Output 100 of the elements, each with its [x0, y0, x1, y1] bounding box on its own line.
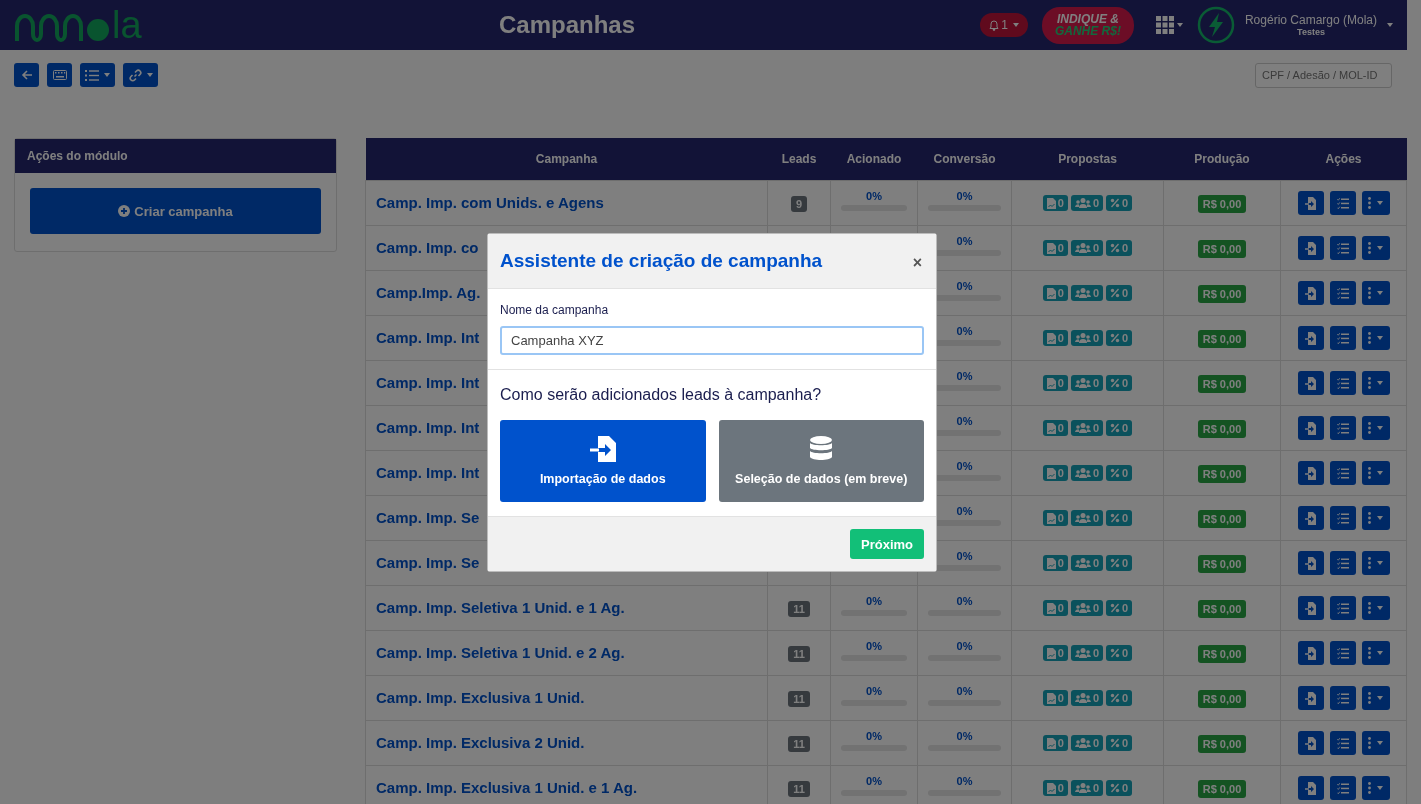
leads-count: 11: [788, 781, 810, 797]
checklist-button[interactable]: [1329, 371, 1356, 395]
chart-file-icon: [1046, 332, 1056, 344]
people-count-badge: 0: [1070, 555, 1104, 571]
chart-file-icon: [1046, 737, 1056, 749]
more-options-button[interactable]: [1361, 551, 1390, 575]
checklist-button[interactable]: [1329, 596, 1356, 620]
more-options-button[interactable]: [1361, 506, 1390, 530]
import-file-button[interactable]: [1297, 641, 1324, 665]
next-button[interactable]: Próximo: [850, 529, 924, 559]
campaign-link[interactable]: Camp. Imp. Se: [376, 554, 480, 571]
percent-value: 0%: [865, 729, 883, 742]
checklist-button[interactable]: [1329, 461, 1356, 485]
import-file-button[interactable]: [1297, 461, 1324, 485]
back-button[interactable]: [14, 63, 39, 87]
close-button[interactable]: ×: [910, 254, 924, 272]
campaign-link[interactable]: Camp. Imp. Se: [376, 509, 480, 526]
more-options-button[interactable]: [1361, 731, 1390, 755]
more-options-button[interactable]: [1361, 461, 1390, 485]
more-options-button[interactable]: [1361, 641, 1390, 665]
more-options-button[interactable]: [1361, 596, 1390, 620]
more-options-button[interactable]: [1361, 191, 1390, 215]
checklist-button[interactable]: [1329, 641, 1356, 665]
file-import-icon: [1305, 691, 1316, 705]
grid-icon: [1155, 16, 1174, 34]
file-import-icon: [1305, 376, 1316, 390]
column-header: Produção: [1163, 138, 1281, 181]
percent-icon: [1110, 423, 1121, 433]
notifications-button[interactable]: 1: [980, 13, 1028, 37]
import-file-button[interactable]: [1297, 776, 1324, 800]
people-count-badge: 0: [1070, 645, 1104, 661]
referral-button[interactable]: INDIQUE & GANHE R$!: [1041, 6, 1134, 44]
more-options-button[interactable]: [1361, 236, 1390, 260]
import-file-button[interactable]: [1297, 686, 1324, 710]
checklist-button[interactable]: [1329, 686, 1356, 710]
file-import-icon: [1305, 286, 1316, 300]
campaign-link[interactable]: Camp.Imp. Ag.: [376, 284, 481, 301]
more-options-button[interactable]: [1361, 686, 1390, 710]
caret-icon[interactable]: [1387, 23, 1393, 27]
people-count-badge: 0: [1070, 780, 1104, 796]
checklist-button[interactable]: [1329, 326, 1356, 350]
caret-icon: [1377, 291, 1383, 295]
logo-text: la: [112, 8, 142, 42]
percent-count-badge: 0: [1106, 375, 1133, 391]
campaign-link[interactable]: Camp. Imp. co: [376, 239, 479, 256]
people-count-badge: 0: [1070, 375, 1104, 391]
checklist-button[interactable]: [1329, 191, 1356, 215]
production-value: R$ 0,00: [1197, 195, 1247, 213]
checklist-button[interactable]: [1329, 416, 1356, 440]
checklist-icon: [1336, 287, 1349, 299]
documents-count-badge: 0: [1042, 375, 1068, 391]
people-icon: [1074, 648, 1091, 658]
plus-circle-icon: [118, 205, 131, 217]
import-file-button[interactable]: [1297, 551, 1324, 575]
percent-value: 0%: [955, 639, 974, 652]
import-file-button[interactable]: [1297, 596, 1324, 620]
import-file-button[interactable]: [1297, 416, 1324, 440]
campaign-link[interactable]: Camp. Imp. Int: [376, 419, 480, 436]
search-field[interactable]: CPF / Adesão / MOL-ID: [1255, 62, 1392, 88]
import-file-button[interactable]: [1297, 326, 1324, 350]
list-menu-button[interactable]: [80, 63, 115, 87]
campaign-link[interactable]: Camp. Imp. Int: [376, 464, 480, 481]
more-options-button[interactable]: [1361, 776, 1390, 800]
campaign-link[interactable]: Camp. Imp. Int: [376, 329, 480, 346]
vertical-dots-icon: [1368, 242, 1371, 254]
import-file-button[interactable]: [1297, 506, 1324, 530]
user-name[interactable]: Rogério Camargo (Mola): [1244, 13, 1377, 27]
import-file-button[interactable]: [1297, 191, 1324, 215]
create-campaign-button[interactable]: Criar campanha: [30, 188, 321, 234]
import-file-button[interactable]: [1297, 731, 1324, 755]
more-options-button[interactable]: [1361, 416, 1390, 440]
link-menu-button[interactable]: [123, 63, 158, 87]
caret-icon: [1377, 741, 1383, 745]
data-selection-option[interactable]: Seleção de dados (em breve): [718, 420, 924, 502]
import-file-button[interactable]: [1297, 281, 1324, 305]
more-options-button[interactable]: [1361, 371, 1390, 395]
percent-count-badge: 0: [1106, 465, 1133, 481]
checklist-button[interactable]: [1329, 281, 1356, 305]
checklist-button[interactable]: [1329, 776, 1356, 800]
import-file-button[interactable]: [1297, 371, 1324, 395]
documents-count-badge: 0: [1042, 600, 1068, 616]
campaign-link[interactable]: Camp. Imp. Exclusiva 2 Unid.: [376, 734, 585, 751]
checklist-button[interactable]: [1329, 506, 1356, 530]
keyboard-button[interactable]: [47, 63, 72, 87]
people-count-badge: 0: [1070, 465, 1104, 481]
checklist-button[interactable]: [1329, 551, 1356, 575]
campaign-link[interactable]: Camp. Imp. Int: [376, 374, 480, 391]
data-import-option[interactable]: Importação de dados: [500, 420, 706, 502]
more-options-button[interactable]: [1361, 326, 1390, 350]
import-file-button[interactable]: [1297, 236, 1324, 260]
checklist-button[interactable]: [1329, 236, 1356, 260]
production-value: R$ 0,00: [1197, 285, 1247, 303]
checklist-button[interactable]: [1329, 731, 1356, 755]
campaign-name-field[interactable]: Campanha XYZ: [500, 326, 924, 355]
more-options-button[interactable]: [1361, 281, 1390, 305]
percent-icon: [1110, 513, 1121, 523]
lightning-avatar-icon[interactable]: [1196, 6, 1235, 44]
campaign-link[interactable]: Camp. Imp. Exclusiva 1 Unid.: [376, 689, 585, 706]
bell-icon: [989, 19, 1000, 31]
people-icon: [1074, 423, 1091, 433]
